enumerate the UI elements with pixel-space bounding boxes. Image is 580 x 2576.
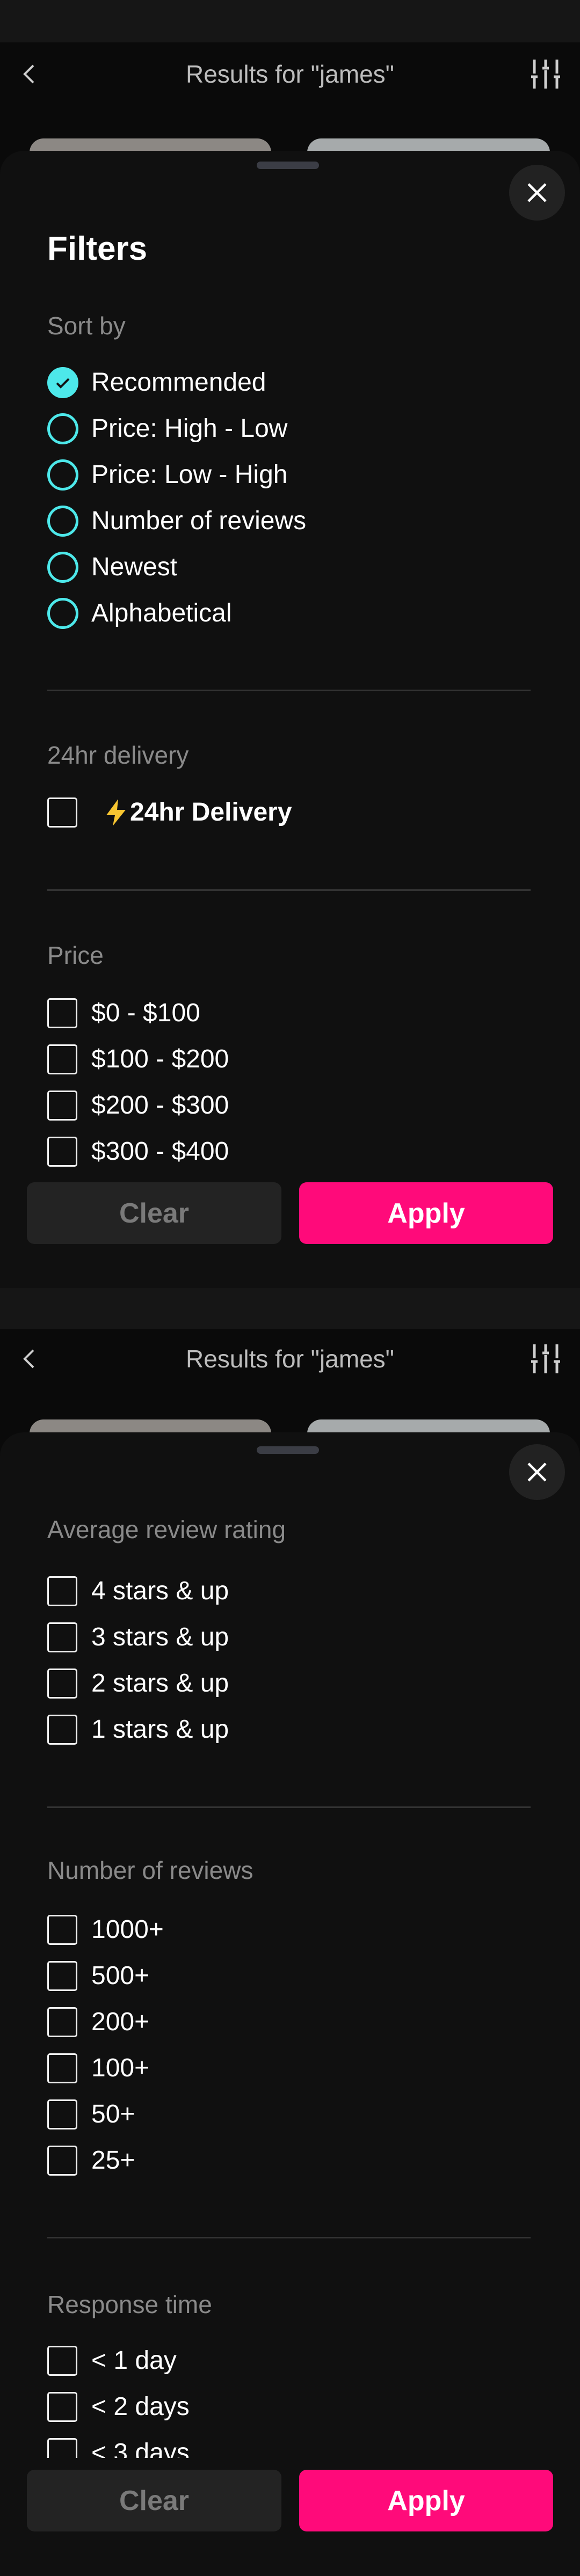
sheet-title: Filters xyxy=(47,230,148,267)
option-label: Recommended xyxy=(91,368,266,397)
divider xyxy=(47,2237,531,2238)
checkbox[interactable] xyxy=(47,1961,77,1991)
checkbox[interactable] xyxy=(47,2007,77,2037)
sheet-scroll-area[interactable]: Average review rating 4 stars & up 3 stars… xyxy=(0,1288,580,2458)
checkbox[interactable] xyxy=(47,2146,77,2176)
checkbox[interactable] xyxy=(47,1715,77,1745)
option-label: $100 - $200 xyxy=(91,1045,229,1073)
checkbox[interactable] xyxy=(47,1137,77,1167)
checkbox[interactable] xyxy=(47,797,77,828)
section-heading-rating: Average review rating xyxy=(47,1516,286,1543)
option-label: < 3 days xyxy=(91,2439,190,2458)
option-label: 1 stars & up xyxy=(91,1715,229,1744)
checkbox[interactable] xyxy=(47,998,77,1028)
divider xyxy=(47,690,531,691)
option-label: 2 stars & up xyxy=(91,1669,229,1697)
option-label: 3 stars & up xyxy=(91,1623,229,1651)
option-label: Price: Low - High xyxy=(91,460,288,489)
section-heading-price: Price xyxy=(47,941,104,969)
apply-button[interactable]: Apply xyxy=(299,1182,553,1244)
screen-filters-top: Results for "james" Filters Sort by Recomme… xyxy=(0,0,580,1288)
option-label: Price: High - Low xyxy=(91,414,288,443)
option-label: 25+ xyxy=(91,2146,135,2175)
option-label: Alphabetical xyxy=(91,599,232,627)
radio[interactable] xyxy=(47,552,78,583)
section-heading-reviews: Number of reviews xyxy=(47,1856,253,1884)
option-label: Number of reviews xyxy=(91,507,307,535)
checkbox[interactable] xyxy=(47,2099,77,2129)
option-label: 100+ xyxy=(91,2054,150,2082)
apply-button[interactable]: Apply xyxy=(299,2470,553,2531)
option-label: $0 - $100 xyxy=(91,999,200,1027)
section-heading-response-time: Response time xyxy=(47,2290,212,2318)
checkbox[interactable] xyxy=(47,2392,77,2422)
checkbox[interactable] xyxy=(47,1915,77,1945)
checkbox[interactable] xyxy=(47,1622,77,1652)
sheet-scroll-area[interactable]: Filters Sort by Recommended Price: High - L… xyxy=(0,0,580,1170)
radio[interactable] xyxy=(47,459,78,491)
option-label: 4 stars & up xyxy=(91,1577,229,1605)
section-heading-delivery: 24hr delivery xyxy=(47,741,189,769)
screen-filters-scrolled: Results for "james" Average review rating… xyxy=(0,1288,580,2576)
section-heading-sort-by: Sort by xyxy=(47,312,126,340)
radio[interactable] xyxy=(47,413,78,444)
checkbox[interactable] xyxy=(47,2438,77,2458)
option-label: < 1 day xyxy=(91,2346,177,2375)
option-label: 200+ xyxy=(91,2008,150,2036)
clear-button[interactable]: Clear xyxy=(27,2470,281,2531)
radio[interactable] xyxy=(47,598,78,629)
check-icon xyxy=(56,378,70,389)
option-label: 50+ xyxy=(91,2100,135,2128)
lightning-icon xyxy=(103,798,129,827)
divider xyxy=(47,889,531,891)
option-label: $300 - $400 xyxy=(91,1137,229,1166)
clear-button[interactable]: Clear xyxy=(27,1182,281,1244)
option-label: 24hr Delivery xyxy=(130,798,292,826)
option-label: 500+ xyxy=(91,1962,150,1990)
checkbox[interactable] xyxy=(47,2053,77,2083)
checkbox[interactable] xyxy=(47,1668,77,1699)
checkbox[interactable] xyxy=(47,1576,77,1606)
radio[interactable] xyxy=(47,506,78,537)
option-label: $200 - $300 xyxy=(91,1091,229,1119)
radio-selected[interactable] xyxy=(47,367,78,398)
divider xyxy=(47,1806,531,1808)
checkbox[interactable] xyxy=(47,1091,77,1121)
option-label: Newest xyxy=(91,553,178,581)
option-label: < 2 days xyxy=(91,2392,190,2421)
option-label: 1000+ xyxy=(91,1915,164,1944)
checkbox[interactable] xyxy=(47,1044,77,1074)
checkbox[interactable] xyxy=(47,2346,77,2376)
